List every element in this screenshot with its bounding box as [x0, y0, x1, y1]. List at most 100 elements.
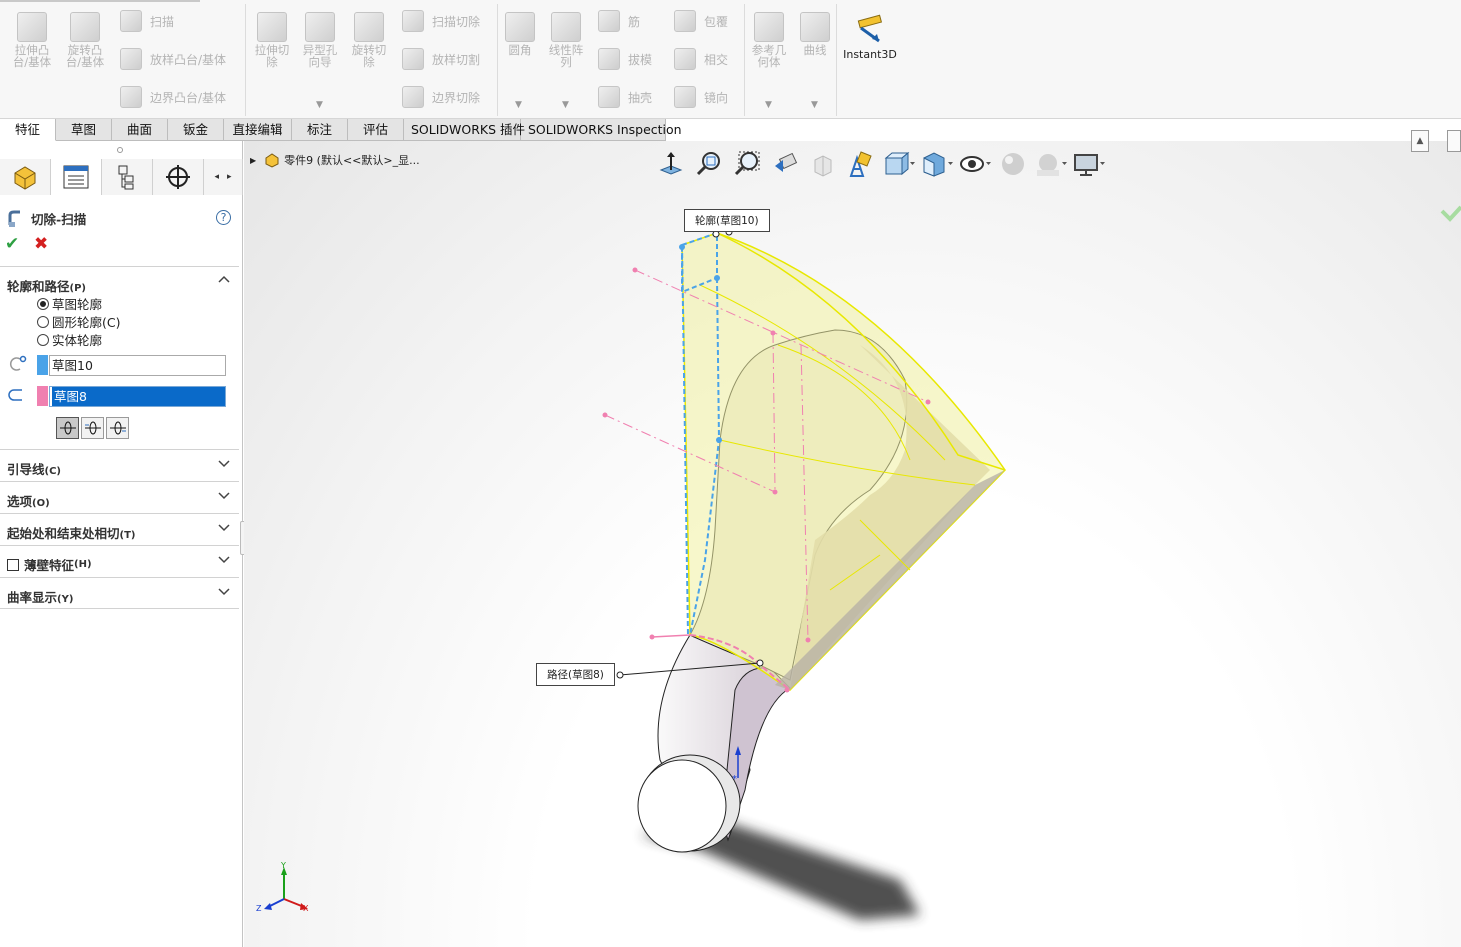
tab-solidworks-inspection[interactable]: SOLIDWORKS Inspection [521, 119, 682, 141]
path-selection-field[interactable]: 草图8 [49, 386, 226, 407]
section-curvature-key: (Y) [57, 594, 74, 605]
section-curvature-display[interactable]: 曲率显示(Y) [0, 577, 239, 609]
expand-chevron-down-icon[interactable] [218, 585, 230, 597]
draft-label: 拔模 [628, 52, 653, 67]
wrap-button[interactable]: 包覆 [674, 10, 728, 32]
section-guide-title: 引导线(C) [7, 459, 61, 478]
fillet-dropdown-icon[interactable]: ▼ [515, 100, 522, 110]
align-center-icon [59, 421, 76, 435]
mirror-button[interactable]: 镜向 [674, 86, 728, 108]
draft-button[interactable]: 拔模 [598, 48, 652, 70]
profile-selection-field[interactable]: 草图10 [49, 355, 226, 376]
tab-evaluate[interactable]: 评估 [348, 119, 404, 141]
profile-twist-buttons [56, 417, 129, 439]
intersect-label: 相交 [704, 52, 729, 67]
tab-surfaces[interactable]: 曲面 [112, 119, 168, 141]
boundary-cut-button[interactable]: 边界切除 [402, 86, 480, 108]
tab-solidworks-addins[interactable]: SOLIDWORKS 插件 [404, 119, 525, 141]
section-curvature-label: 曲率显示 [7, 590, 58, 605]
fillet-button[interactable]: 圆角 [494, 6, 546, 56]
radio-solid-profile[interactable]: 实体轮廓 [37, 330, 102, 349]
section-guide-curves[interactable]: 引导线(C) [0, 449, 239, 481]
tab-sheet-metal[interactable]: 钣金 [168, 119, 224, 141]
expand-chevron-down-icon[interactable] [218, 457, 230, 469]
align-start-button[interactable] [81, 417, 104, 439]
linear-pattern-button[interactable]: 线性阵 列 [540, 6, 592, 68]
section-start-end-tangency[interactable]: 起始处和结束处相切(T) [0, 513, 239, 545]
extrude-cut-icon [257, 12, 287, 42]
boundary-cut-label: 边界切除 [432, 90, 481, 105]
reference-geometry-button[interactable]: 参考几 何体 [743, 6, 795, 68]
graphics-viewport[interactable]: ▶ 零件9 (默认<<默认>_显... ▲ * 轮廓(草图10) 路径(草图8)… [244, 130, 1461, 947]
feature-title: 切除-扫描 [31, 212, 87, 227]
lofted-cut-button[interactable]: 放样切割 [402, 48, 480, 70]
loft-button[interactable]: 放样凸台/基体 [120, 48, 226, 70]
tab-sketch[interactable]: 草图 [56, 119, 112, 141]
crosshair-icon [166, 165, 190, 189]
section-guide-key: (C) [44, 466, 61, 477]
revolve-boss-label: 旋转凸 台/基体 [65, 43, 105, 69]
tab-direct-editing[interactable]: 直接编辑 [224, 119, 292, 141]
expand-chevron-down-icon[interactable] [218, 521, 230, 533]
cancel-x-icon[interactable]: ✖ [34, 235, 48, 253]
path-callout-label[interactable]: 路径(草图8) [536, 663, 615, 686]
rib-button[interactable]: 筋 [598, 10, 640, 32]
extrude-cut-button[interactable]: 拉伸切 除 [246, 6, 298, 68]
hub-disc-face [637, 759, 727, 853]
intersect-icon [674, 48, 696, 70]
shell-icon [598, 86, 620, 108]
align-center-button[interactable] [56, 417, 79, 439]
profile-callout-label[interactable]: 轮廓(草图10) [684, 209, 770, 232]
mirror-label: 镜向 [704, 90, 729, 105]
hole-wizard-dropdown-icon[interactable]: ▼ [316, 100, 323, 110]
draft-icon [598, 48, 620, 70]
expand-chevron-down-icon[interactable] [218, 489, 230, 501]
configuration-manager-tab[interactable] [102, 159, 153, 195]
radio-sketch-profile[interactable]: 草图轮廓 [37, 294, 102, 313]
thin-feature-checkbox[interactable] [7, 558, 19, 571]
section-profile-title[interactable]: 轮廓和路径(P) [7, 276, 86, 295]
feature-manager-tab[interactable] [0, 159, 51, 195]
expand-chevron-down-icon[interactable] [218, 553, 230, 565]
revolve-cut-button[interactable]: 旋转切 除 [343, 6, 395, 68]
hole-wizard-button[interactable]: 异型孔 向导 [294, 6, 346, 68]
linear-pattern-label: 线性阵 列 [548, 43, 584, 69]
wrap-icon [674, 10, 696, 32]
scroll-left-icon[interactable]: ◂ [214, 172, 219, 182]
reference-geometry-icon [754, 12, 784, 42]
scroll-right-icon[interactable]: ▸ [227, 172, 232, 182]
dimxpert-manager-tab[interactable] [153, 159, 204, 195]
align-end-button[interactable] [106, 417, 129, 439]
extrude-boss-button[interactable]: 拉伸凸 台/基体 [6, 6, 58, 68]
boundary-boss-button[interactable]: 边界凸台/基体 [120, 86, 226, 108]
section-options[interactable]: 选项(O) [0, 481, 239, 513]
profile-color-swatch [37, 355, 48, 375]
curves-button[interactable]: 曲线 [789, 6, 841, 56]
tab-features[interactable]: 特征 [0, 119, 56, 141]
panel-grip-icon[interactable] [117, 147, 123, 153]
radio-unselected-icon [37, 315, 49, 328]
ref-geometry-dropdown-icon[interactable]: ▼ [765, 100, 772, 110]
property-manager-tab[interactable] [51, 159, 102, 195]
help-icon[interactable]: ? [216, 210, 231, 225]
revolve-boss-button[interactable]: 旋转凸 台/基体 [59, 6, 111, 68]
collapse-chevron-up-icon[interactable] [218, 274, 230, 286]
sweep-button[interactable]: 扫描 [120, 10, 174, 32]
tab-markup[interactable]: 标注 [292, 119, 348, 141]
pattern-dropdown-icon[interactable]: ▼ [562, 100, 569, 110]
shell-button[interactable]: 抽壳 [598, 86, 652, 108]
sketch-point [632, 267, 638, 273]
manager-tabs: ◂ ▸ [0, 159, 243, 195]
radio-circular-profile[interactable]: 圆形轮廓(C) [37, 312, 120, 331]
swept-cut-button[interactable]: 扫描切除 [402, 10, 480, 32]
curves-dropdown-icon[interactable]: ▼ [811, 100, 818, 110]
section-thin-feature[interactable]: 薄壁特征 (H) [0, 545, 239, 577]
ok-checkmark-icon[interactable]: ✔ [5, 235, 19, 253]
path-selector-icon [8, 389, 22, 401]
instant3d-button[interactable]: Instant3D [842, 14, 898, 61]
intersect-button[interactable]: 相交 [674, 48, 728, 70]
radio-circle-label: 圆形轮廓(C) [52, 315, 121, 330]
tab-scroll-arrows[interactable]: ◂ ▸ [204, 159, 243, 195]
sketch-point [602, 412, 608, 418]
property-list-icon [63, 165, 89, 189]
